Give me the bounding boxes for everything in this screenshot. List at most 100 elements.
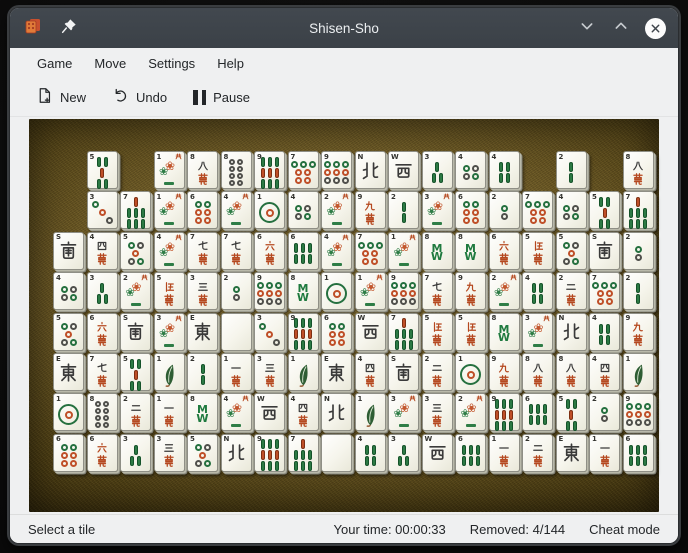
tile-c2[interactable]: 2 xyxy=(489,191,520,229)
tile-b1[interactable]: 1 xyxy=(288,353,319,391)
app-menu-button[interactable] xyxy=(22,17,44,39)
tile-m4[interactable]: 4 xyxy=(355,353,386,391)
tile-m3[interactable]: 3 xyxy=(187,272,218,310)
tile-b2[interactable]: 2 xyxy=(556,151,587,189)
tile-m4[interactable]: 4 xyxy=(589,353,620,391)
tile-b4[interactable]: 4 xyxy=(489,151,520,189)
tile-m9[interactable]: 9 xyxy=(455,272,486,310)
tile-c1[interactable]: 1 xyxy=(455,353,486,391)
menu-settings[interactable]: Settings xyxy=(137,52,206,75)
tile-f2[interactable]: 2❀❀ xyxy=(489,272,520,310)
tile-m1[interactable]: 1 xyxy=(489,434,520,472)
tile-c4[interactable]: 4 xyxy=(53,272,84,310)
tile-f4[interactable]: 4❀❀ xyxy=(154,232,185,270)
tile-m7[interactable]: 7 xyxy=(422,272,453,310)
tile-c1[interactable]: 1 xyxy=(321,272,352,310)
tile-f4[interactable]: 4❀❀ xyxy=(221,191,252,229)
tile-m3[interactable]: 3 xyxy=(422,393,453,431)
tile-m9[interactable]: 9 xyxy=(355,191,386,229)
tile-b8[interactable]: 8MW xyxy=(489,313,520,351)
tile-f3[interactable]: 3❀❀ xyxy=(388,393,419,431)
tile-c5[interactable]: 5 xyxy=(53,313,84,351)
tile-c2[interactable]: 2 xyxy=(221,272,252,310)
tile-f1[interactable]: 1❀❀ xyxy=(388,232,419,270)
tile-b9[interactable]: 9 xyxy=(254,434,285,472)
tile-b3[interactable]: 3 xyxy=(120,434,151,472)
tile-wS[interactable]: S xyxy=(53,232,84,270)
tile-m3[interactable]: 3 xyxy=(154,434,185,472)
tile-b7[interactable]: 7 xyxy=(623,191,654,229)
tile-b4[interactable]: 4 xyxy=(355,434,386,472)
tile-c7[interactable]: 7 xyxy=(589,272,620,310)
tile-c7[interactable]: 7 xyxy=(355,232,386,270)
tile-c9[interactable]: 9 xyxy=(254,272,285,310)
tile-f2[interactable]: 2❀❀ xyxy=(321,191,352,229)
menu-game[interactable]: Game xyxy=(26,52,83,75)
tile-m5[interactable]: 5 xyxy=(154,272,185,310)
tile-c7[interactable]: 7 xyxy=(288,151,319,189)
tile-b8[interactable]: 8MW xyxy=(455,232,486,270)
tile-wN[interactable]: N xyxy=(556,313,587,351)
tile-b6[interactable]: 6 xyxy=(455,434,486,472)
tile-b6[interactable]: 6 xyxy=(623,434,654,472)
tile-f4[interactable]: 4❀❀ xyxy=(221,393,252,431)
tile-f1[interactable]: 1❀❀ xyxy=(154,151,185,189)
close-button[interactable] xyxy=(644,17,666,39)
tile-c3[interactable]: 3 xyxy=(87,191,118,229)
tile-b5[interactable]: 5 xyxy=(589,191,620,229)
new-button[interactable]: New xyxy=(36,87,86,107)
tile-dW[interactable] xyxy=(321,434,352,472)
tile-wN[interactable]: N xyxy=(321,393,352,431)
tile-b8[interactable]: 8MW xyxy=(288,272,319,310)
tile-c1[interactable]: 1 xyxy=(254,191,285,229)
tile-c6[interactable]: 6 xyxy=(321,313,352,351)
tile-wS[interactable]: S xyxy=(120,313,151,351)
tile-c9[interactable]: 9 xyxy=(388,272,419,310)
tile-m5[interactable]: 5 xyxy=(422,313,453,351)
tile-wS[interactable]: S xyxy=(388,353,419,391)
tile-c6[interactable]: 6 xyxy=(187,191,218,229)
tile-m8[interactable]: 8 xyxy=(522,353,553,391)
tile-m5[interactable]: 5 xyxy=(455,313,486,351)
tile-m6[interactable]: 6 xyxy=(87,434,118,472)
tile-m6[interactable]: 6 xyxy=(87,313,118,351)
tile-m4[interactable]: 4 xyxy=(87,232,118,270)
tile-c8[interactable]: 8 xyxy=(87,393,118,431)
tile-b3[interactable]: 3 xyxy=(422,151,453,189)
menu-move[interactable]: Move xyxy=(83,52,137,75)
tile-m2[interactable]: 2 xyxy=(422,353,453,391)
tile-c8[interactable]: 8 xyxy=(221,151,252,189)
tile-f2[interactable]: 2❀❀ xyxy=(455,393,486,431)
tile-c5[interactable]: 5 xyxy=(187,434,218,472)
tile-wE[interactable]: E xyxy=(556,434,587,472)
tile-m2[interactable]: 2 xyxy=(522,434,553,472)
tile-b6[interactable]: 6 xyxy=(522,393,553,431)
tile-wW[interactable]: W xyxy=(388,151,419,189)
tile-b8[interactable]: 8MW xyxy=(187,393,218,431)
tile-c6[interactable]: 6 xyxy=(455,191,486,229)
tile-b5[interactable]: 5 xyxy=(87,151,118,189)
tile-f1[interactable]: 1❀❀ xyxy=(154,191,185,229)
tile-m7[interactable]: 7 xyxy=(87,353,118,391)
tile-m8[interactable]: 8 xyxy=(187,151,218,189)
tile-wS[interactable]: S xyxy=(589,232,620,270)
tile-f2[interactable]: 2❀❀ xyxy=(120,272,151,310)
tile-m1[interactable]: 1 xyxy=(221,353,252,391)
undo-button[interactable]: Undo xyxy=(112,87,167,107)
tile-m7[interactable]: 7 xyxy=(187,232,218,270)
tile-f3[interactable]: 3❀❀ xyxy=(522,313,553,351)
tile-wW[interactable]: W xyxy=(422,434,453,472)
tile-c2[interactable]: 2 xyxy=(623,232,654,270)
tile-m1[interactable]: 1 xyxy=(154,393,185,431)
tile-b8[interactable]: 8MW xyxy=(422,232,453,270)
tile-b3[interactable]: 3 xyxy=(388,434,419,472)
tile-b4[interactable]: 4 xyxy=(522,272,553,310)
tile-wE[interactable]: E xyxy=(53,353,84,391)
tile-b2[interactable]: 2 xyxy=(388,191,419,229)
tile-b9[interactable]: 9 xyxy=(288,313,319,351)
tile-b2[interactable]: 2 xyxy=(623,272,654,310)
tile-wE[interactable]: E xyxy=(187,313,218,351)
tile-m2[interactable]: 2 xyxy=(120,393,151,431)
tile-f3[interactable]: 3❀❀ xyxy=(422,191,453,229)
tile-c3[interactable]: 3 xyxy=(254,313,285,351)
